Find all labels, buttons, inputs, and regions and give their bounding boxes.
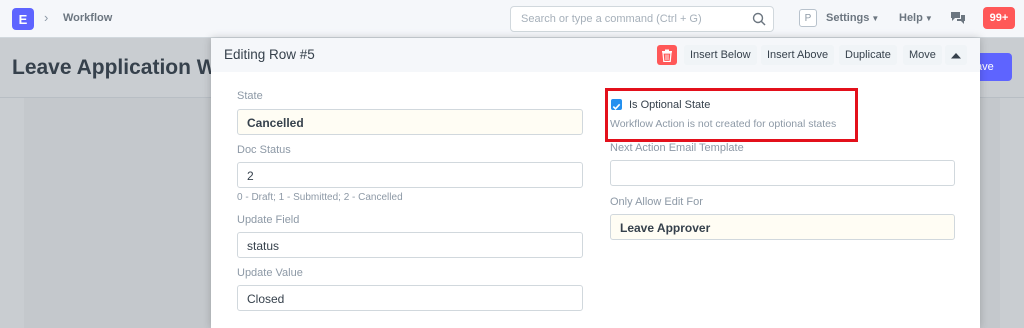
settings-label: Settings [826,12,870,24]
edit-row-dialog: Editing Row #5 Insert Below Insert Above… [211,38,980,328]
app-logo[interactable]: E [12,8,34,30]
next-action-label: Next Action Email Template [610,142,744,154]
update-field-label: Update Field [237,214,300,226]
chat-icon[interactable] [950,10,966,26]
caret-up-icon [951,52,961,58]
navbar: E › Workflow Search or type a command (C… [0,0,1024,38]
page-title: Leave Application Wo [12,56,230,79]
dialog-title: Editing Row #5 [224,47,315,62]
update-field-input[interactable]: status [237,232,583,258]
dialog-header: Editing Row #5 Insert Below Insert Above… [211,38,980,72]
settings-dropdown[interactable]: Settings ▼ [826,12,879,24]
help-dropdown[interactable]: Help ▼ [899,12,933,24]
only-allow-edit-label: Only Allow Edit For [610,196,703,208]
breadcrumb-workflow[interactable]: Workflow [63,12,112,24]
search-icon[interactable] [751,11,767,27]
move-button[interactable]: Move [903,45,942,65]
doc-status-help: 0 - Draft; 1 - Submitted; 2 - Cancelled [237,192,403,203]
insert-above-button[interactable]: Insert Above [761,45,835,65]
help-label: Help [899,12,923,24]
chevron-right-icon: › [44,10,49,25]
only-allow-edit-field[interactable]: Leave Approver [610,214,955,240]
search-placeholder: Search or type a command (Ctrl + G) [521,13,702,25]
notifications-badge[interactable]: 99+ [983,7,1015,29]
next-action-email-template-field[interactable] [610,160,955,186]
caret-down-icon: ▼ [924,14,933,23]
trash-icon [662,49,672,62]
doc-status-field[interactable]: 2 [237,162,583,188]
delete-row-button[interactable] [657,45,677,65]
update-value-input[interactable]: Closed [237,285,583,311]
duplicate-button[interactable]: Duplicate [839,45,897,65]
caret-down-icon: ▼ [871,14,880,23]
update-value-label: Update Value [237,267,303,279]
highlight-box [605,88,858,142]
state-field[interactable]: Cancelled [237,109,583,135]
search-input[interactable]: Search or type a command (Ctrl + G) [510,6,774,32]
doc-status-label: Doc Status [237,144,291,156]
insert-below-button[interactable]: Insert Below [684,45,757,65]
profile-icon[interactable]: P [799,9,817,27]
collapse-button[interactable] [945,45,967,65]
state-label: State [237,90,263,102]
